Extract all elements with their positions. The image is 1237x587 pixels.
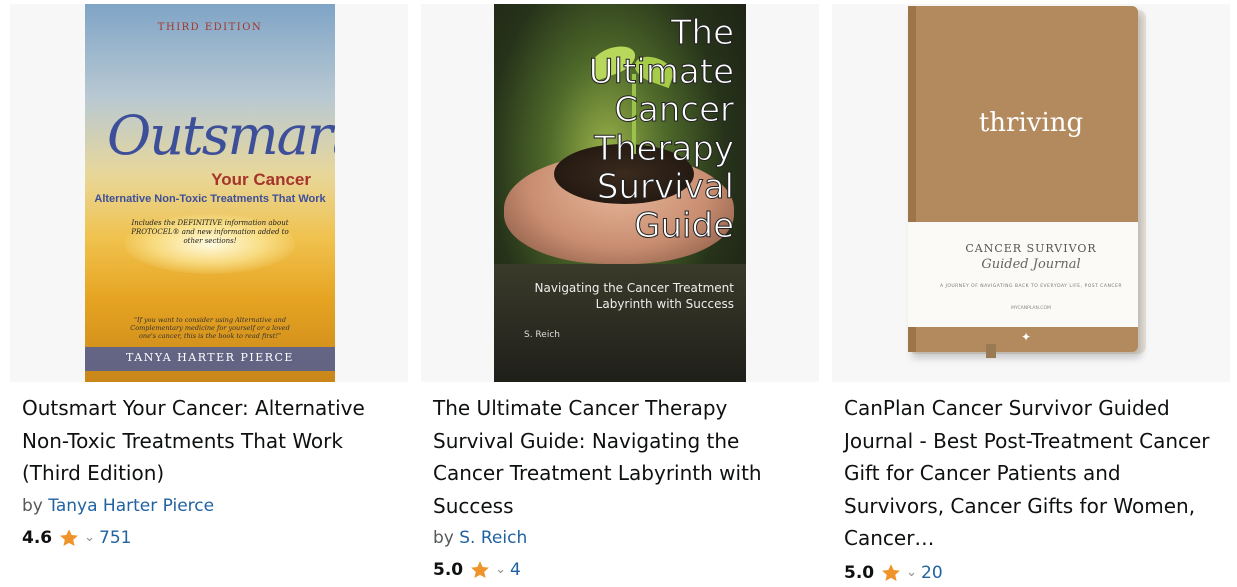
band-small-text: A JOURNEY OF NAVIGATING BACK TO EVERYDAY… <box>940 284 1122 289</box>
by-label: by <box>22 495 43 516</box>
cover-subtitle: Navigating the Cancer Treatment Labyrint… <box>535 280 734 312</box>
rating-value: 5.0 <box>844 562 875 583</box>
bookmark-ribbon <box>986 344 996 358</box>
cover-title-line: Survival <box>596 167 734 207</box>
star-icon[interactable] <box>469 559 491 581</box>
cover-author: TANYA HARTER PIERCE <box>126 351 294 364</box>
chevron-down-icon[interactable]: ⌄ <box>495 556 506 584</box>
cover-your-cancer: Your Cancer <box>211 170 311 189</box>
product-info: Outsmart Your Cancer: Alternative Non-To… <box>22 392 402 552</box>
band-title: CANCER SURVIVOR <box>965 242 1097 255</box>
cover-subtitle-line: Labyrinth with Success <box>595 297 734 311</box>
product-card[interactable]: thriving CANCER SURVIVOR Guided Journal … <box>832 4 1230 583</box>
product-card[interactable]: THIRD EDITION Outsmart Your Cancer Alter… <box>10 4 408 557</box>
cover-title-line: Guide <box>634 205 735 246</box>
cover-title-line: Therapy <box>594 128 735 169</box>
rating-value: 5.0 <box>433 560 464 580</box>
byline: by Tanya Harter Pierce <box>22 492 402 520</box>
product-image[interactable]: thriving CANCER SURVIVOR Guided Journal … <box>832 4 1230 382</box>
product-card[interactable]: The Ultimate Cancer Therapy Survival Gui… <box>421 4 819 580</box>
author-link[interactable]: Tanya Harter Pierce <box>48 496 214 516</box>
rating-row: 5.0 ⌄ 20 <box>844 559 1224 587</box>
product-title[interactable]: The Ultimate Cancer Therapy Survival Gui… <box>433 392 813 522</box>
product-title[interactable]: Outsmart Your Cancer: Alternative Non-To… <box>22 392 402 490</box>
cover-title-line: The <box>670 13 734 53</box>
review-count-link[interactable]: 4 <box>510 556 521 584</box>
rating-value: 4.6 <box>22 527 53 548</box>
rating-row: 4.6 ⌄ 751 <box>22 524 402 552</box>
product-image[interactable]: THIRD EDITION Outsmart Your Cancer Alter… <box>10 4 408 382</box>
journal-band <box>908 222 1138 327</box>
cover-title-line: Ultimate <box>588 51 734 92</box>
book-cover[interactable]: THIRD EDITION Outsmart Your Cancer Alter… <box>85 4 335 382</box>
product-image[interactable]: The Ultimate Cancer Therapy Survival Gui… <box>421 4 819 382</box>
cover-edition: THIRD EDITION <box>157 22 263 33</box>
chevron-down-icon[interactable]: ⌄ <box>84 524 95 552</box>
author-link[interactable]: S. Reich <box>459 528 527 548</box>
cover-title-line: Cancer <box>614 90 735 130</box>
by-label: by <box>433 528 454 548</box>
product-grid: THIRD EDITION Outsmart Your Cancer Alter… <box>0 0 1237 583</box>
star-icon[interactable] <box>880 562 902 584</box>
journal-front-text: thriving <box>978 108 1084 138</box>
book-cover[interactable]: The Ultimate Cancer Therapy Survival Gui… <box>494 4 746 382</box>
product-info: The Ultimate Cancer Therapy Survival Gui… <box>433 392 813 584</box>
cover-title: The Ultimate Cancer Therapy Survival Gui… <box>588 13 735 246</box>
cover-script-title: Outsmart <box>107 104 335 167</box>
product-info: CanPlan Cancer Survivor Guided Journal -… <box>844 392 1224 587</box>
star-icon[interactable] <box>58 527 80 549</box>
cover-subtitle: Alternative Non-Toxic Treatments That Wo… <box>94 193 326 205</box>
band-script: Guided Journal <box>981 257 1081 272</box>
cover-includes: Includes the DEFINITIVE information abou… <box>131 219 289 245</box>
cover-subtitle-line: Navigating the Cancer Treatment <box>534 281 734 295</box>
review-count-link[interactable]: 20 <box>921 559 943 587</box>
chevron-down-icon[interactable]: ⌄ <box>906 559 917 587</box>
cover-author: S. Reich <box>524 330 560 340</box>
review-count-link[interactable]: 751 <box>99 524 131 552</box>
rating-row: 5.0 ⌄ 4 <box>433 556 813 584</box>
canplan-logo-icon: ✦ <box>1021 330 1032 344</box>
band-url: MYCANPLAN.COM <box>1011 306 1051 311</box>
byline: by S. Reich <box>433 524 813 552</box>
cover-quote: "If you want to consider using Alternati… <box>130 316 290 340</box>
product-title[interactable]: CanPlan Cancer Survivor Guided Journal -… <box>844 392 1224 555</box>
journal-cover[interactable]: thriving CANCER SURVIVOR Guided Journal … <box>904 4 1158 382</box>
